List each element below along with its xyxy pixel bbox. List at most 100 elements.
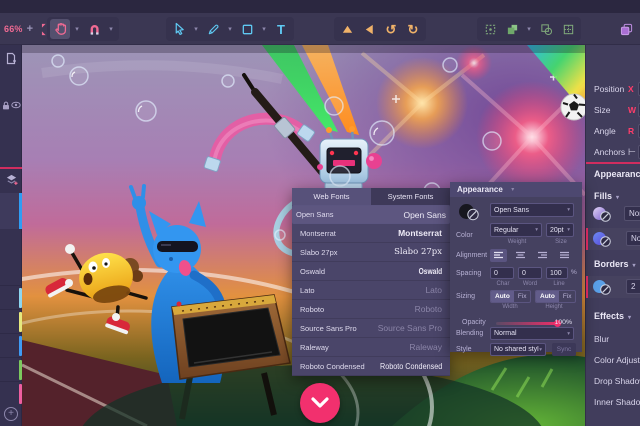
chevron-down-icon: ▾ — [508, 186, 518, 193]
word-spacing-input[interactable]: 0 — [518, 267, 542, 279]
chevron-down-icon: ▾ — [567, 227, 570, 233]
boolean-union-button[interactable] — [536, 19, 556, 39]
anchors-icon[interactable]: ⊢ — [628, 147, 636, 158]
hand-tool-button[interactable] — [50, 19, 70, 39]
style-select[interactable]: No shared styles ▾ — [490, 343, 546, 356]
layer-row[interactable] — [0, 381, 22, 405]
font-family-select[interactable]: Open Sans ▾ — [490, 203, 574, 217]
effect-item-color-adjust[interactable]: Color Adjust — [586, 350, 640, 370]
add-layer-button[interactable] — [0, 173, 22, 186]
effect-item-inner-shadow[interactable]: Inner Shadow — [586, 392, 640, 412]
scroll-down-button[interactable] — [300, 383, 340, 423]
align-center-button[interactable] — [512, 249, 529, 262]
text-tool-button[interactable]: T — [271, 19, 291, 39]
font-option-montserrat[interactable]: Montserrat Montserrat — [292, 224, 450, 243]
rectangle-tool-button[interactable] — [237, 19, 257, 39]
layer-row[interactable] — [0, 285, 22, 309]
zoom-level[interactable]: 66% — [4, 24, 23, 34]
word-sublabel: Word — [519, 281, 541, 287]
borders-section-header[interactable]: Borders▾ — [594, 259, 636, 269]
chevron-down-icon[interactable]: ▾ — [259, 25, 269, 33]
sync-style-button[interactable]: Sync — [552, 343, 576, 356]
line-spacing-unit: % — [571, 269, 577, 276]
appearance-popup-header[interactable]: Appearance ▾ — [450, 182, 582, 197]
layer-row[interactable] — [0, 309, 22, 333]
tab-system-fonts[interactable]: System Fonts — [371, 188, 450, 205]
chevron-down-icon[interactable]: ▾ — [191, 25, 201, 33]
transform-selection-button[interactable] — [480, 19, 500, 39]
group-objects-button[interactable] — [502, 19, 522, 39]
width-sizing-toggle[interactable]: Auto Fix — [490, 290, 531, 303]
height-fix-option[interactable]: Fix — [559, 291, 576, 302]
border-color-swatch[interactable] — [592, 279, 612, 295]
font-option-slabo[interactable]: Slabo 27px Slabo 27px — [292, 243, 450, 262]
select-tool-button[interactable] — [169, 19, 189, 39]
blending-select[interactable]: Normal ▾ — [490, 327, 574, 340]
effects-section-header[interactable]: Effects▾ — [594, 311, 631, 321]
fill-color-swatch[interactable] — [592, 231, 612, 247]
effect-item-blur[interactable]: Blur — [586, 329, 640, 349]
chevron-down-icon[interactable]: ▾ — [225, 25, 235, 33]
pathfinder-button[interactable] — [558, 19, 578, 39]
anchors-label: Anchors — [594, 147, 625, 157]
add-item-button[interactable]: + — [4, 407, 18, 421]
fill-row[interactable]: Normal — [586, 203, 640, 225]
layer-row[interactable] — [0, 357, 22, 381]
align-justify-button[interactable] — [556, 249, 573, 262]
font-size-select[interactable]: 20pt ▾ — [546, 223, 574, 237]
rotate-ccw-button[interactable]: ↺ — [381, 19, 401, 39]
fills-section-header[interactable]: Fills▾ — [594, 191, 619, 201]
height-auto-option[interactable]: Auto — [536, 291, 559, 302]
pen-tool-button[interactable] — [203, 19, 223, 39]
rotate-cw-button[interactable]: ↻ — [403, 19, 423, 39]
width-auto-option[interactable]: Auto — [491, 291, 514, 302]
duplicate-button[interactable] — [616, 19, 636, 39]
size-w-label: W — [628, 105, 636, 115]
style-label: Style — [456, 346, 472, 353]
font-option-open-sans[interactable]: Open Sans Open Sans — [292, 205, 450, 224]
font-option-oswald[interactable]: Oswald Oswald — [292, 262, 450, 281]
border-width-input[interactable]: 2 — [626, 279, 640, 294]
flip-vertical-button[interactable] — [337, 19, 357, 39]
height-sizing-toggle[interactable]: Auto Fix — [535, 290, 576, 303]
font-option-lato[interactable]: Lato Lato — [292, 281, 450, 300]
group-shapes-icon — [506, 23, 519, 36]
font-option-roboto-condensed[interactable]: Roboto Condensed Roboto Condensed — [292, 357, 450, 376]
chevron-down-icon[interactable]: ▾ — [106, 25, 116, 33]
fill-color-swatch[interactable] — [592, 206, 612, 222]
effect-item-drop-shadow[interactable]: Drop Shadow — [586, 371, 640, 391]
layer-row[interactable] — [0, 333, 22, 357]
opacity-label: Opacity — [462, 319, 486, 326]
chevron-down-icon: ▾ — [539, 347, 542, 353]
align-left-button[interactable] — [490, 249, 507, 262]
opacity-slider[interactable] — [496, 322, 558, 325]
flip-horizontal-button[interactable] — [359, 19, 379, 39]
chevron-down-icon[interactable]: ▾ — [524, 25, 534, 33]
chevron-down-icon — [311, 397, 329, 409]
font-option-raleway[interactable]: Raleway Raleway — [292, 338, 450, 357]
chevron-down-icon[interactable]: ▾ — [72, 25, 82, 33]
add-page-button[interactable] — [0, 52, 22, 65]
snap-magnet-button[interactable] — [84, 19, 104, 39]
border-row[interactable]: 2 — [586, 276, 640, 298]
fill-blend-select[interactable]: Normal — [626, 231, 640, 246]
font-weight-select[interactable]: Regular ▾ — [490, 223, 542, 237]
anchors-row: Anchors ⊢ — [586, 142, 640, 162]
font-option-source-sans-pro[interactable]: Source Sans Pro Source Sans Pro — [292, 319, 450, 338]
font-tabs: Web Fonts System Fonts — [292, 188, 450, 205]
font-option-roboto[interactable]: Roboto Roboto — [292, 300, 450, 319]
add-page-icon — [5, 52, 17, 65]
height-sublabel: Height — [538, 304, 570, 310]
selected-layer-row[interactable] — [0, 193, 22, 229]
fill-blend-select[interactable]: Normal — [624, 206, 640, 221]
char-spacing-input[interactable]: 0 — [490, 267, 514, 279]
tab-web-fonts[interactable]: Web Fonts — [292, 188, 371, 205]
text-color-swatch[interactable] — [458, 203, 480, 223]
zoom-in-button[interactable]: + — [27, 23, 33, 35]
align-right-button[interactable] — [534, 249, 551, 262]
color-label: Color — [456, 232, 473, 239]
fill-row-selected[interactable]: Normal — [586, 228, 640, 250]
width-fix-option[interactable]: Fix — [514, 291, 531, 302]
line-spacing-input[interactable]: 100 — [546, 267, 568, 279]
add-layer-icon — [5, 173, 18, 186]
